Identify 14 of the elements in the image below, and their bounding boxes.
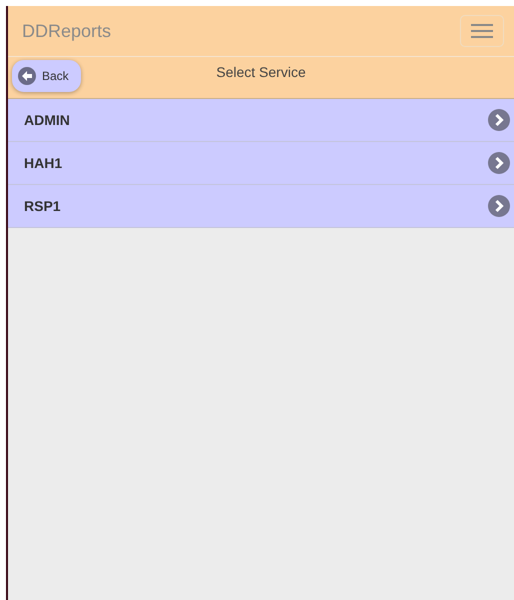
service-label: HAH1 — [24, 155, 62, 171]
service-item[interactable]: HAH1 — [8, 142, 514, 185]
chevron-right-icon — [488, 152, 510, 174]
chevron-right-icon — [488, 109, 510, 131]
app-title: DDReports — [22, 20, 112, 42]
menu-icon — [471, 23, 493, 39]
service-item[interactable]: RSP1 — [8, 185, 514, 228]
service-item[interactable]: ADMIN — [8, 99, 514, 142]
page-title: Select Service — [216, 64, 306, 80]
menu-button[interactable] — [460, 15, 504, 47]
service-label: ADMIN — [24, 112, 70, 128]
back-button[interactable]: Back — [12, 60, 81, 92]
chevron-right-icon — [488, 195, 510, 217]
service-label: RSP1 — [24, 198, 61, 214]
